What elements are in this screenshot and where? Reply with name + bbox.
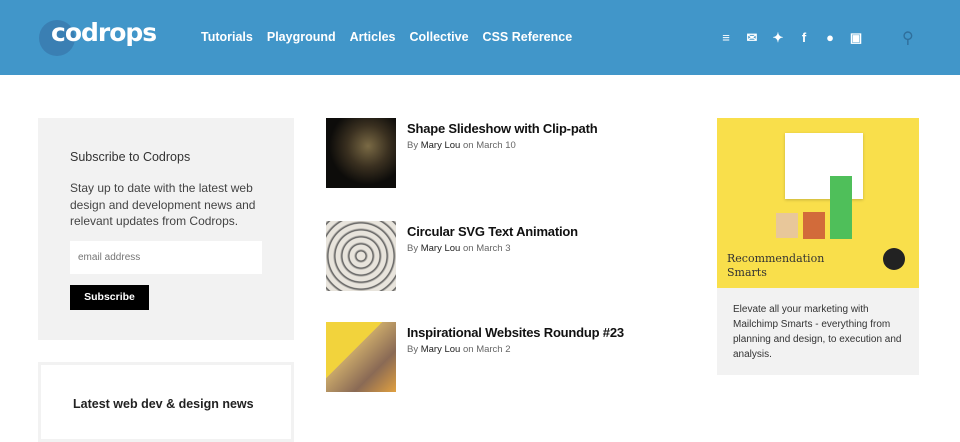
article-item[interactable]: Inspirational Websites Roundup #23 By Ma… xyxy=(326,322,696,392)
article-title[interactable]: Shape Slideshow with Clip-path xyxy=(407,121,598,136)
article-title[interactable]: Circular SVG Text Animation xyxy=(407,224,578,239)
ad-text: Elevate all your marketing with Mailchim… xyxy=(733,304,902,360)
mailchimp-ad[interactable]: Recommendation Smarts Elevate all your m… xyxy=(717,118,919,375)
subscribe-card: Subscribe to Codrops Stay up to date wit… xyxy=(38,118,294,340)
rss-icon[interactable]: ≡ xyxy=(719,30,733,46)
ad-bar-orange xyxy=(803,212,825,239)
social-links: ≡ ✉ ✦ f ● ▣ xyxy=(719,30,863,46)
subscribe-text: Stay up to date with the latest web desi… xyxy=(70,181,256,228)
article-item[interactable]: Shape Slideshow with Clip-path By Mary L… xyxy=(326,118,696,188)
instagram-icon[interactable]: ▣ xyxy=(849,30,863,46)
subscribe-button[interactable]: Subscribe xyxy=(70,284,149,310)
site-header: codrops Tutorials Playground Articles Co… xyxy=(0,0,960,75)
article-meta: By Mary Lou on March 10 xyxy=(407,140,516,151)
main-nav: Tutorials Playground Articles Collective… xyxy=(201,30,572,44)
author-link[interactable]: Mary Lou xyxy=(421,243,461,254)
nav-articles[interactable]: Articles xyxy=(350,30,396,44)
news-card: Latest web dev & design news xyxy=(38,362,294,442)
author-link[interactable]: Mary Lou xyxy=(421,344,461,355)
by-label: By xyxy=(407,344,419,355)
article-date: on March 2 xyxy=(462,344,511,355)
github-icon[interactable]: ● xyxy=(823,30,837,46)
article-meta: By Mary Lou on March 2 xyxy=(407,344,511,355)
news-title: Latest web dev & design news xyxy=(73,397,254,411)
article-title[interactable]: Inspirational Websites Roundup #23 xyxy=(407,325,624,340)
ad-image: Recommendation Smarts xyxy=(717,118,919,288)
article-thumbnail[interactable] xyxy=(326,322,396,392)
article-meta: By Mary Lou on March 3 xyxy=(407,243,511,254)
mailchimp-logo-icon xyxy=(883,248,905,270)
nav-tutorials[interactable]: Tutorials xyxy=(201,30,253,44)
article-thumbnail[interactable] xyxy=(326,118,396,188)
nav-css-reference[interactable]: CSS Reference xyxy=(483,30,573,44)
article-date: on March 10 xyxy=(462,140,516,151)
article-date: on March 3 xyxy=(462,243,511,254)
subscribe-title: Subscribe to Codrops xyxy=(70,150,191,164)
article-item[interactable]: Circular SVG Text Animation By Mary Lou … xyxy=(326,221,696,291)
codrops-logo[interactable]: codrops xyxy=(39,18,157,56)
search-icon[interactable]: ⚲ xyxy=(902,28,914,48)
email-input[interactable] xyxy=(70,240,262,274)
facebook-icon[interactable]: f xyxy=(797,30,811,46)
mail-icon[interactable]: ✉ xyxy=(745,30,759,46)
article-thumbnail[interactable] xyxy=(326,221,396,291)
nav-collective[interactable]: Collective xyxy=(409,30,468,44)
ad-photo xyxy=(776,213,798,238)
nav-playground[interactable]: Playground xyxy=(267,30,336,44)
ad-bar-green xyxy=(830,176,852,239)
ad-headline: Recommendation Smarts xyxy=(727,252,825,279)
twitter-icon[interactable]: ✦ xyxy=(771,30,785,46)
logo-text: codrops xyxy=(51,18,157,47)
author-link[interactable]: Mary Lou xyxy=(421,140,461,151)
by-label: By xyxy=(407,243,419,254)
by-label: By xyxy=(407,140,419,151)
